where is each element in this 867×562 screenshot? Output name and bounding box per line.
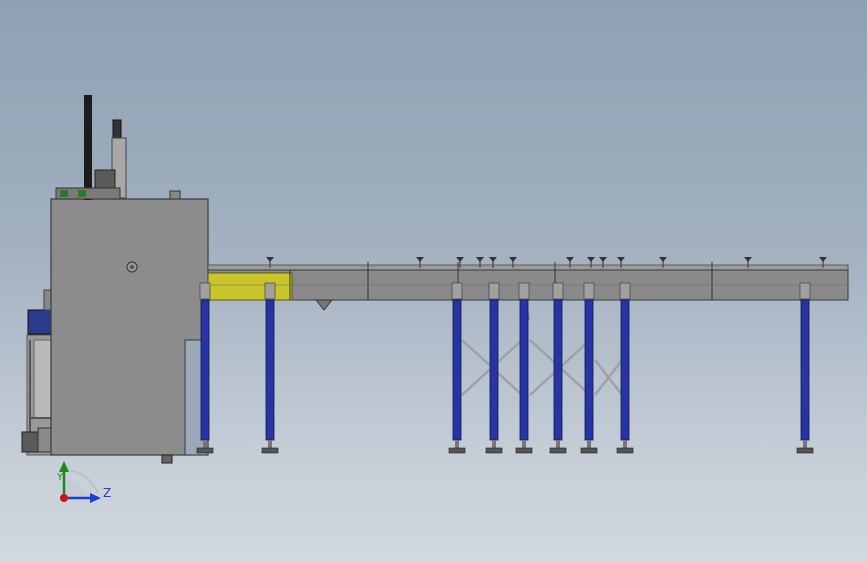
support-leg bbox=[519, 299, 529, 441]
leveling-foot bbox=[580, 447, 598, 454]
leg-screw bbox=[803, 440, 807, 448]
leg-screw bbox=[522, 440, 526, 448]
leveling-foot bbox=[261, 447, 279, 454]
cross-brace-group bbox=[461, 287, 630, 396]
support-leg bbox=[265, 299, 275, 441]
support-leg-group bbox=[196, 282, 814, 454]
leg-bracket bbox=[488, 282, 500, 300]
support-leg bbox=[620, 299, 630, 441]
leg-screw bbox=[268, 440, 272, 448]
support-leg bbox=[200, 299, 210, 441]
guide-post-cap-icon bbox=[566, 257, 574, 262]
support-leg bbox=[584, 299, 594, 441]
support-leg bbox=[553, 299, 563, 441]
leveling-foot bbox=[515, 447, 533, 454]
guide-post-cap-icon bbox=[489, 257, 497, 262]
leg-bracket bbox=[552, 282, 564, 300]
leg-bracket bbox=[518, 282, 530, 300]
guide-post-cap-icon bbox=[659, 257, 667, 262]
conveyor-rail-top bbox=[207, 264, 849, 271]
coordinate-triad[interactable] bbox=[59, 461, 101, 503]
leg-screw bbox=[556, 440, 560, 448]
sensor-tower bbox=[55, 95, 181, 200]
leg-screw bbox=[587, 440, 591, 448]
main-cabinet bbox=[50, 198, 209, 456]
leveling-foot bbox=[616, 447, 634, 454]
leg-screw bbox=[203, 440, 207, 448]
origin-sphere-icon bbox=[60, 494, 68, 502]
guide-post-cap-icon bbox=[599, 257, 607, 262]
cabinet-foot bbox=[161, 454, 173, 464]
y-axis-label: Y bbox=[57, 472, 64, 483]
guide-post-cap-icon bbox=[587, 257, 595, 262]
chute-icon bbox=[314, 299, 334, 311]
leg-screw bbox=[492, 440, 496, 448]
guide-post-cap-icon bbox=[266, 257, 274, 262]
conveyor-machine-model[interactable] bbox=[0, 0, 867, 562]
guide-post-cap-icon bbox=[744, 257, 752, 262]
leveling-foot bbox=[796, 447, 814, 454]
infeed-section bbox=[207, 272, 293, 301]
leveling-foot bbox=[196, 447, 214, 454]
leg-bracket bbox=[451, 282, 463, 300]
z-axis-label: Z bbox=[103, 486, 112, 500]
support-leg bbox=[800, 299, 810, 441]
support-leg bbox=[489, 299, 499, 441]
leg-bracket bbox=[583, 282, 595, 300]
hopper bbox=[27, 309, 55, 335]
leg-screw bbox=[455, 440, 459, 448]
leg-bracket bbox=[264, 282, 276, 300]
leveling-foot bbox=[549, 447, 567, 454]
leveling-foot bbox=[448, 447, 466, 454]
leg-bracket bbox=[619, 282, 631, 300]
guide-post-cap-icon bbox=[819, 257, 827, 262]
leg-bracket bbox=[799, 282, 811, 300]
support-leg bbox=[452, 299, 462, 441]
cad-viewport[interactable]: Z Y bbox=[0, 0, 867, 562]
guide-post-cap-icon bbox=[416, 257, 424, 262]
leveling-foot bbox=[485, 447, 503, 454]
leg-screw bbox=[623, 440, 627, 448]
guide-post-cap-icon bbox=[509, 257, 517, 262]
guide-post-cap-icon bbox=[617, 257, 625, 262]
leg-bracket bbox=[199, 282, 211, 300]
guide-post-cap-icon bbox=[476, 257, 484, 262]
guide-post-cap-icon bbox=[456, 257, 464, 262]
